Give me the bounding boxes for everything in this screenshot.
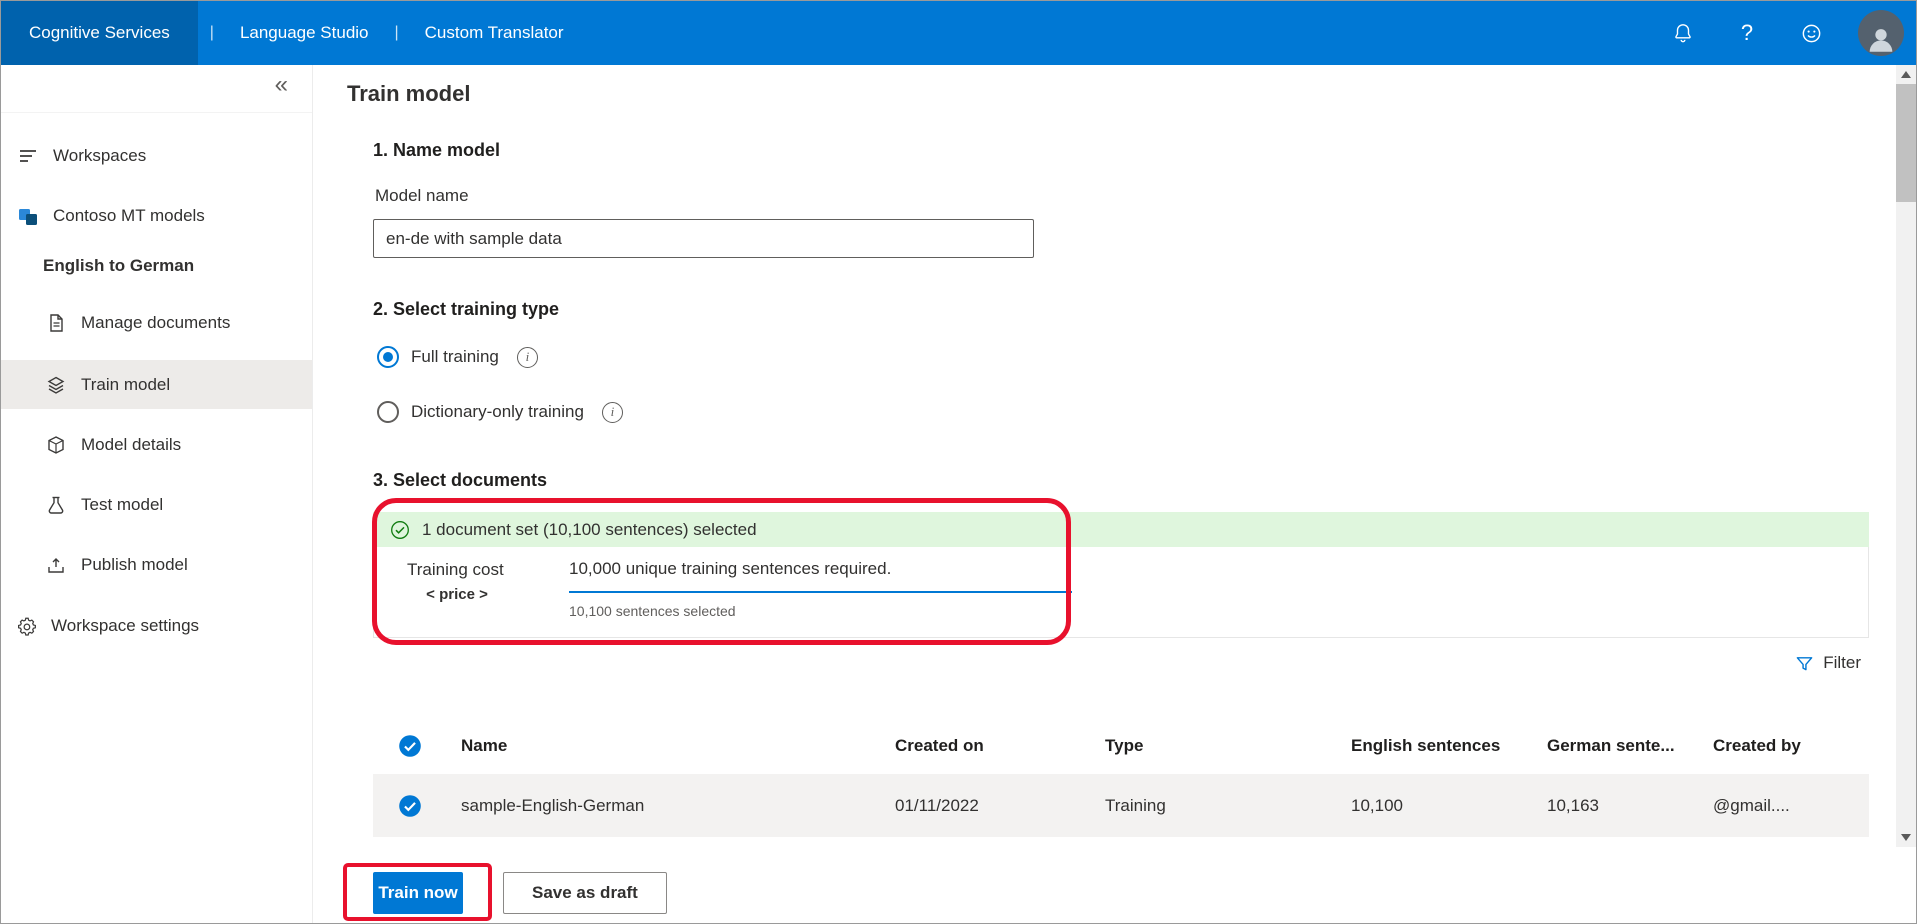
feedback-smiley-icon[interactable] [1794, 16, 1828, 50]
sidebar-item-contoso-mt-models[interactable]: Contoso MT models [1, 196, 312, 236]
nav-cognitive-services[interactable]: Cognitive Services [1, 1, 198, 65]
radio-label: Full training [411, 347, 499, 366]
training-cost-label: Training cost [407, 560, 504, 579]
sidebar-item-label: Manage documents [81, 313, 231, 332]
column-header-created-on: Created on [895, 735, 984, 755]
model-name-label: Model name [375, 186, 469, 205]
topbar: Cognitive Services | Language Studio | C… [1, 1, 1916, 65]
radio-selected-icon[interactable] [377, 346, 399, 368]
selection-success-banner: 1 document set (10,100 sentences) select… [373, 512, 1869, 547]
selected-sentences-text: 10,100 sentences selected [569, 603, 736, 619]
filter-button[interactable]: Filter [1795, 653, 1861, 673]
training-cost-panel: Training cost < price > 10,000 unique tr… [373, 547, 1869, 638]
select-all-checkbox[interactable] [373, 734, 461, 758]
topbar-nav: Cognitive Services | Language Studio | C… [1, 1, 578, 65]
user-avatar[interactable] [1858, 10, 1904, 56]
topbar-separator: | [394, 24, 399, 41]
model-name-input[interactable] [373, 219, 1034, 258]
sidebar-item-label: Contoso MT models [53, 206, 205, 225]
footer-actions: Train now Save as draft [373, 872, 667, 914]
vertical-scrollbar[interactable] [1896, 65, 1916, 847]
required-sentences-text: 10,000 unique training sentences require… [569, 559, 892, 578]
sidebar-header: « [1, 65, 312, 113]
column-header-german-sentences: German sente... [1547, 735, 1675, 755]
beaker-icon [45, 494, 67, 516]
training-cost-price: < price > [426, 586, 488, 603]
row-type: Training [1105, 795, 1166, 815]
sidebar-item-label: Workspaces [53, 146, 147, 165]
publish-icon [45, 554, 67, 576]
document-selection-summary: 1 document set (10,100 sentences) select… [373, 512, 1869, 638]
radio-unselected-icon[interactable] [377, 401, 399, 423]
row-created-on: 01/11/2022 [895, 795, 979, 815]
workspaces-icon [17, 145, 39, 167]
main-content: Train model 1. Name model Model name 2. … [313, 65, 1896, 923]
topbar-actions: ? [1666, 10, 1916, 56]
selection-banner-text: 1 document set (10,100 sentences) select… [422, 519, 757, 539]
scroll-up-icon[interactable] [1896, 65, 1916, 84]
column-header-type: Type [1105, 735, 1144, 755]
section-heading-training-type: 2. Select training type [373, 299, 560, 319]
documents-table-header: Name Created on Type English sentences G… [373, 720, 1869, 771]
page-title: Train model [347, 81, 471, 106]
sidebar-item-test-model[interactable]: Test model [1, 485, 312, 525]
sidebar-item-english-to-german[interactable]: English to German [1, 246, 312, 286]
sidebar-item-label: Publish model [81, 555, 188, 574]
sidebar-item-label: Train model [81, 374, 171, 394]
document-icon [45, 312, 67, 334]
filter-label: Filter [1823, 653, 1861, 672]
notifications-bell-icon[interactable] [1666, 16, 1700, 50]
sidebar: « Workspaces Contoso MT models English t… [1, 65, 313, 923]
scrollbar-thumb[interactable] [1896, 84, 1916, 202]
column-header-english-sentences: English sentences [1351, 735, 1501, 755]
train-model-icon [45, 374, 67, 396]
radio-dictionary-only-training[interactable]: Dictionary-only training i [377, 398, 623, 426]
train-now-button[interactable]: Train now [373, 872, 463, 914]
section-heading-select-documents: 3. Select documents [373, 470, 548, 490]
app-window: Cognitive Services | Language Studio | C… [0, 0, 1917, 924]
sidebar-item-label: Model details [81, 435, 182, 454]
sidebar-item-workspace-settings[interactable]: Workspace settings [1, 606, 312, 646]
radio-label: Dictionary-only training [411, 402, 584, 421]
sidebar-item-label: English to German [43, 256, 195, 275]
row-created-by: @gmail.... [1713, 795, 1790, 815]
sidebar-item-manage-documents[interactable]: Manage documents [1, 303, 312, 343]
sidebar-item-workspaces[interactable]: Workspaces [1, 136, 312, 176]
help-icon[interactable]: ? [1730, 16, 1764, 50]
radio-full-training[interactable]: Full training i [377, 343, 538, 371]
project-translator-icon [17, 205, 39, 227]
row-english-sentences: 10,100 [1351, 795, 1403, 815]
sidebar-item-label: Workspace settings [51, 616, 200, 635]
sidebar-item-label: Test model [81, 495, 164, 514]
cube-icon [45, 434, 67, 456]
info-icon[interactable]: i [601, 401, 623, 423]
nav-language-studio[interactable]: Language Studio [226, 23, 383, 43]
sidebar-item-publish-model[interactable]: Publish model [1, 545, 312, 585]
row-name: sample-English-German [461, 795, 645, 815]
save-as-draft-button[interactable]: Save as draft [503, 872, 667, 914]
sidebar-item-train-model[interactable]: Train model [1, 360, 312, 409]
info-icon[interactable]: i [516, 346, 538, 368]
success-check-icon [390, 520, 410, 540]
column-header-created-by: Created by [1713, 735, 1801, 755]
gear-icon [15, 615, 37, 637]
row-german-sentences: 10,163 [1547, 795, 1599, 815]
scroll-down-icon[interactable] [1896, 828, 1916, 847]
nav-custom-translator[interactable]: Custom Translator [411, 23, 578, 43]
sentence-progress-bar [569, 591, 1072, 593]
topbar-separator: | [209, 24, 214, 41]
filter-funnel-icon [1795, 654, 1814, 673]
collapse-sidebar-icon[interactable]: « [275, 73, 288, 97]
section-heading-name-model: 1. Name model [373, 140, 501, 160]
row-checkbox[interactable] [373, 794, 461, 818]
table-row[interactable]: sample-English-German 01/11/2022 Trainin… [373, 774, 1869, 837]
sidebar-item-model-details[interactable]: Model details [1, 425, 312, 465]
column-header-name: Name [461, 735, 508, 755]
